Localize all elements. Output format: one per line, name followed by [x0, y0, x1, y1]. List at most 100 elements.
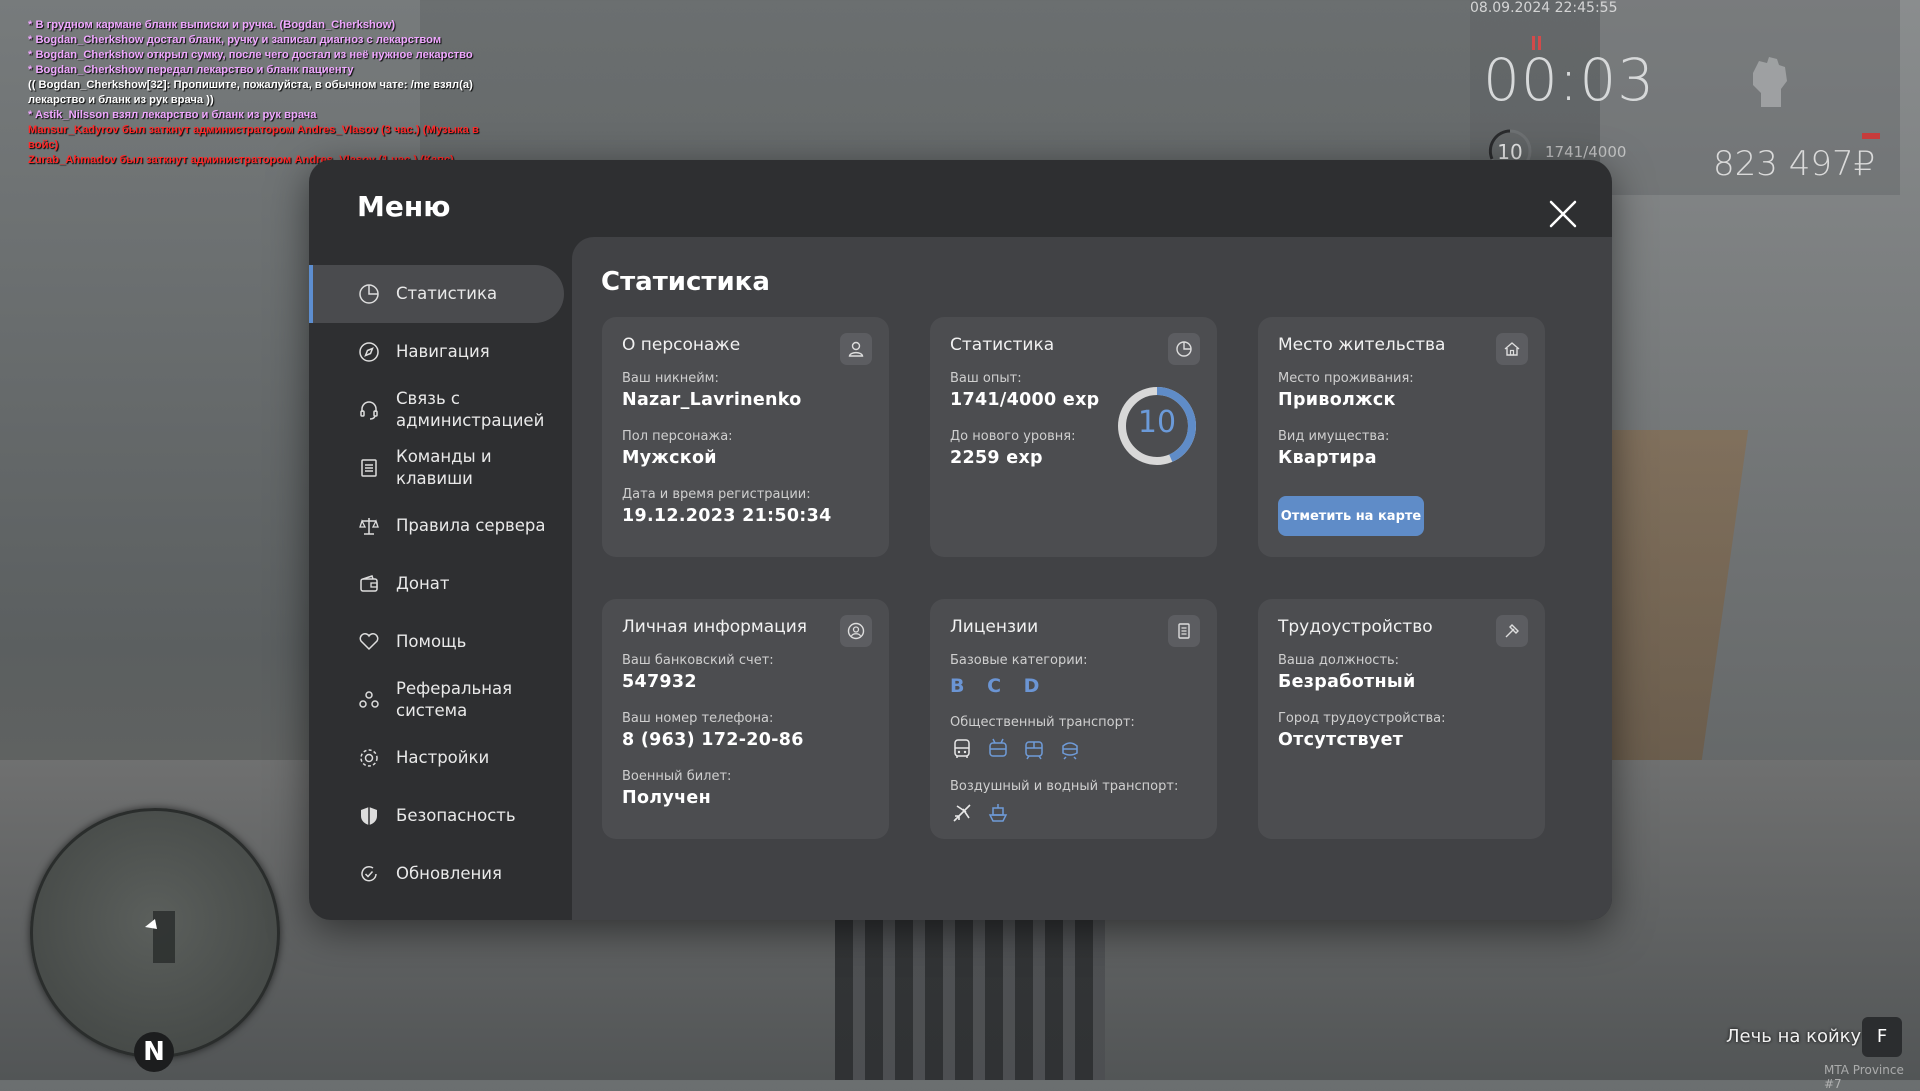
close-button[interactable]	[1545, 196, 1581, 232]
sidebar-item-rules[interactable]: Правила сервера	[309, 497, 574, 555]
chat-line: * Astik_Nilsson взял лекарство и бланк и…	[28, 109, 317, 121]
level-value: 10	[1137, 405, 1177, 440]
card-statistics: Статистика Ваш опыт: 1741/4000 exp До но…	[930, 317, 1217, 557]
field-label: Город трудоустройства:	[1278, 711, 1446, 726]
people-icon	[357, 688, 381, 712]
ship-icon	[986, 801, 1010, 825]
card-title: О персонаже	[622, 335, 741, 355]
menu-title: Меню	[357, 190, 451, 223]
public-transport-icons	[950, 737, 1082, 761]
field-label: Ваш опыт:	[950, 371, 1022, 386]
chat-line: * Bogdan_Cherkshow передал лекарство и б…	[28, 64, 354, 76]
military-id-value: Получен	[622, 788, 711, 808]
trolleybus-icon	[986, 737, 1010, 761]
hud-money: 823 497₽	[1713, 144, 1876, 184]
mark-on-map-button[interactable]: Отметить на карте	[1278, 496, 1424, 536]
field-label: Ваш никнейм:	[622, 371, 719, 386]
sidebar-item-donate[interactable]: Донат	[309, 555, 574, 613]
list-icon	[357, 456, 381, 480]
card-title: Трудоустройство	[1278, 617, 1433, 637]
sidebar-item-settings[interactable]: Настройки	[309, 729, 574, 787]
hud-exp: 1741/4000	[1545, 143, 1627, 161]
bank-account-value: 547932	[622, 672, 697, 692]
field-label: Ваш банковский счет:	[622, 653, 774, 668]
card-character: О персонаже Ваш никнейм: Nazar_Lavrinenk…	[602, 317, 889, 557]
wallet-icon	[357, 572, 381, 596]
sidebar-item-label: Статистика	[396, 284, 498, 303]
nickname-value: Nazar_Lavrinenko	[622, 390, 802, 410]
property-type-value: Квартира	[1278, 448, 1377, 468]
sidebar-item-label: Безопасность	[396, 806, 516, 825]
train-icon	[1058, 737, 1082, 761]
card-title: Лицензии	[950, 617, 1039, 637]
card-personal: Личная информация Ваш банковский счет: 5…	[602, 599, 889, 839]
chat-line: * Bogdan_Cherkshow достал бланк, ручку и…	[28, 34, 442, 46]
gender-value: Мужской	[622, 448, 717, 468]
refresh-check-icon	[357, 862, 381, 886]
chat-line: Mansur_Kadyrov был заткнут администратор…	[28, 124, 482, 151]
exp-value: 1741/4000 exp	[950, 390, 1100, 410]
close-icon	[1549, 200, 1577, 228]
user-icon	[840, 333, 872, 365]
minimap	[30, 808, 280, 1058]
sidebar-item-security[interactable]: Безопасность	[309, 787, 574, 845]
field-label: Место проживания:	[1278, 371, 1414, 386]
card-title: Статистика	[950, 335, 1055, 355]
compass-north-icon: N	[134, 1032, 174, 1072]
sidebar-item-statistics[interactable]: Статистика	[309, 265, 564, 323]
sidebar-item-label: Реферальная система	[396, 679, 513, 720]
sidebar-item-label: Команды и клавиши	[396, 447, 492, 488]
air-water-transport-icons	[950, 801, 1010, 825]
field-label: Воздушный и водный транспорт:	[950, 779, 1179, 794]
shield-icon	[357, 804, 381, 828]
tram-icon	[1022, 737, 1046, 761]
action-key[interactable]: F	[1862, 1017, 1902, 1057]
card-title: Место жительства	[1278, 335, 1446, 355]
hud-datetime: 08.09.2024 22:45:55	[1470, 0, 1618, 16]
chart-pie-icon	[1168, 333, 1200, 365]
heart-hand-icon	[357, 630, 381, 654]
sidebar-item-commands[interactable]: Команды и клавиши	[309, 439, 574, 497]
card-licenses: Лицензии Базовые категории: B C D Общест…	[930, 599, 1217, 839]
job-city-value: Отсутствует	[1278, 730, 1404, 750]
house-icon	[1496, 333, 1528, 365]
menu-sidebar: Статистика Навигация Связь с администрац…	[309, 265, 574, 903]
content-title: Статистика	[601, 267, 770, 297]
fist-icon	[1745, 55, 1793, 113]
user-circle-icon	[840, 615, 872, 647]
sidebar-item-label: Обновления	[396, 864, 502, 883]
license-categories: B C D	[950, 675, 1048, 697]
field-label: До нового уровня:	[950, 429, 1076, 444]
sidebar-item-label: Донат	[396, 574, 450, 593]
sidebar-item-label: Правила сервера	[396, 516, 546, 535]
sidebar-item-label: Навигация	[396, 342, 490, 361]
compass-icon	[357, 340, 381, 364]
action-hint: Лечь на койку	[1726, 1026, 1862, 1047]
field-label: Вид имущества:	[1278, 429, 1390, 444]
phone-value: 8 (963) 172-20-86	[622, 730, 804, 750]
registration-value: 19.12.2023 21:50:34	[622, 506, 832, 526]
field-label: Ваш номер телефона:	[622, 711, 774, 726]
menu-window: Меню Статистика Навигация Связь с админи…	[309, 160, 1612, 920]
bus-icon	[950, 737, 974, 761]
sidebar-item-help[interactable]: Помощь	[309, 613, 574, 671]
card-residence: Место жительства Место проживания: Приво…	[1258, 317, 1545, 557]
sidebar-item-admin-contact[interactable]: Связь с администрацией	[309, 381, 574, 439]
card-title: Личная информация	[622, 617, 808, 637]
stats-content: Статистика О персонаже Ваш никнейм: Naza…	[572, 237, 1612, 920]
field-label: Пол персонажа:	[622, 429, 733, 444]
job-value: Безработный	[1278, 672, 1416, 692]
chat-line: (( Bogdan_Cherkshow[32]: Пропишите, пожа…	[28, 79, 476, 106]
sidebar-item-updates[interactable]: Обновления	[309, 845, 574, 903]
server-watermark: MTA Province #7	[1824, 1063, 1904, 1091]
sidebar-item-label: Настройки	[396, 748, 490, 767]
chart-pie-icon	[357, 282, 381, 306]
sidebar-item-referral[interactable]: Реферальная система	[309, 671, 574, 729]
chat-line: * Bogdan_Cherkshow открыл сумку, после ч…	[28, 49, 473, 61]
sidebar-item-label: Помощь	[396, 632, 467, 651]
residence-value: Приволжск	[1278, 390, 1396, 410]
field-label: Дата и время регистрации:	[622, 487, 811, 502]
hammer-icon	[1496, 615, 1528, 647]
sidebar-item-navigation[interactable]: Навигация	[309, 323, 574, 381]
hud-health-bar	[1862, 133, 1880, 139]
